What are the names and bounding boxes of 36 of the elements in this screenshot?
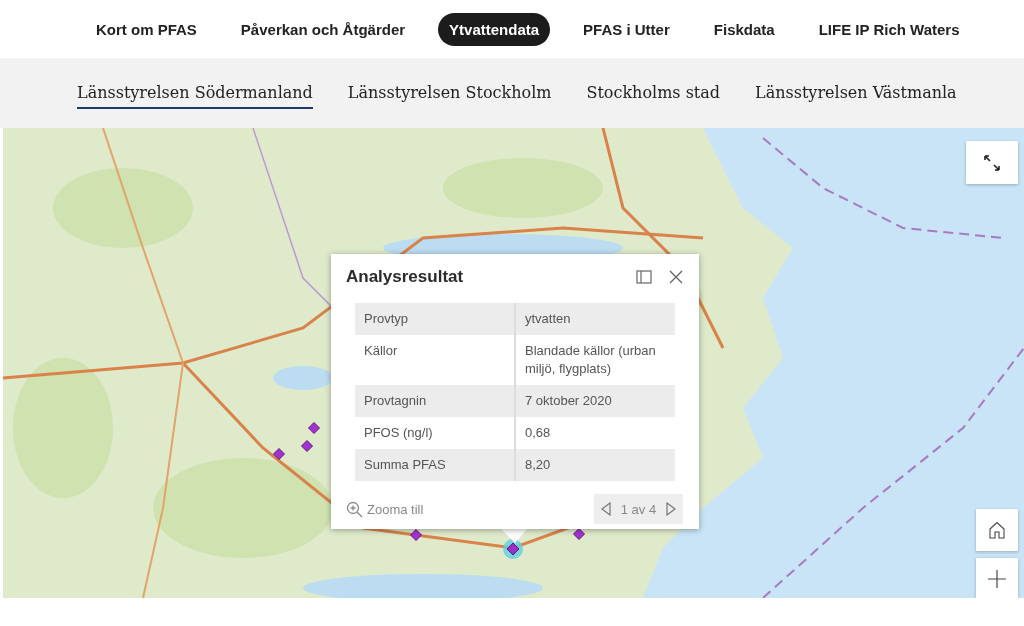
- marker-icon[interactable]: [273, 448, 285, 460]
- nav-link[interactable]: LIFE IP Rich Waters: [807, 12, 971, 46]
- nav-link[interactable]: PFAS i Utter: [572, 12, 681, 46]
- field-value: ytvatten: [515, 303, 675, 335]
- expand-icon: [984, 154, 1000, 171]
- page-counter: 1 av 4: [619, 501, 658, 517]
- field-value: 7 oktober 2020: [515, 385, 675, 417]
- region-tab[interactable]: Länsstyrelsen Västmanla: [755, 83, 957, 109]
- nav-link[interactable]: Påverkan och Åtgärder: [229, 12, 417, 46]
- field-label: Summa PFAS: [355, 449, 515, 481]
- field-value: 0,68: [515, 417, 675, 449]
- zoom-in-button[interactable]: [976, 558, 1018, 598]
- marker-icon[interactable]: [301, 440, 313, 452]
- marker-icon[interactable]: [308, 422, 320, 434]
- dock-icon[interactable]: [636, 269, 652, 285]
- plus-icon: [988, 570, 1006, 588]
- next-icon[interactable]: [665, 502, 677, 516]
- field-label: Provtagnin: [355, 385, 515, 417]
- region-tab[interactable]: Länsstyrelsen Stockholm: [347, 83, 552, 109]
- home-button[interactable]: [976, 509, 1018, 551]
- fullscreen-button[interactable]: [966, 141, 1018, 184]
- field-value: Blandade källor (urban miljö, flygplats): [515, 335, 675, 385]
- zoom-in-icon: [346, 500, 363, 518]
- zoom-to-link[interactable]: Zooma till: [346, 500, 424, 518]
- nav-link[interactable]: Kort om PFAS: [85, 12, 208, 46]
- field-value: 8,20: [515, 449, 675, 481]
- field-label: Provtyp: [355, 303, 515, 335]
- nav-link[interactable]: Fiskdata: [702, 12, 786, 46]
- popup-title: Analysresultat: [346, 267, 464, 287]
- marker-icon[interactable]: [503, 539, 523, 559]
- close-icon[interactable]: [668, 269, 684, 285]
- home-icon: [988, 521, 1006, 539]
- nav-link[interactable]: Ytvattendata: [438, 12, 551, 46]
- region-tab[interactable]: Stockholms stad: [586, 83, 721, 109]
- region-tab[interactable]: Länsstyrelsen Södermanland: [77, 83, 313, 109]
- previous-icon[interactable]: [600, 502, 612, 516]
